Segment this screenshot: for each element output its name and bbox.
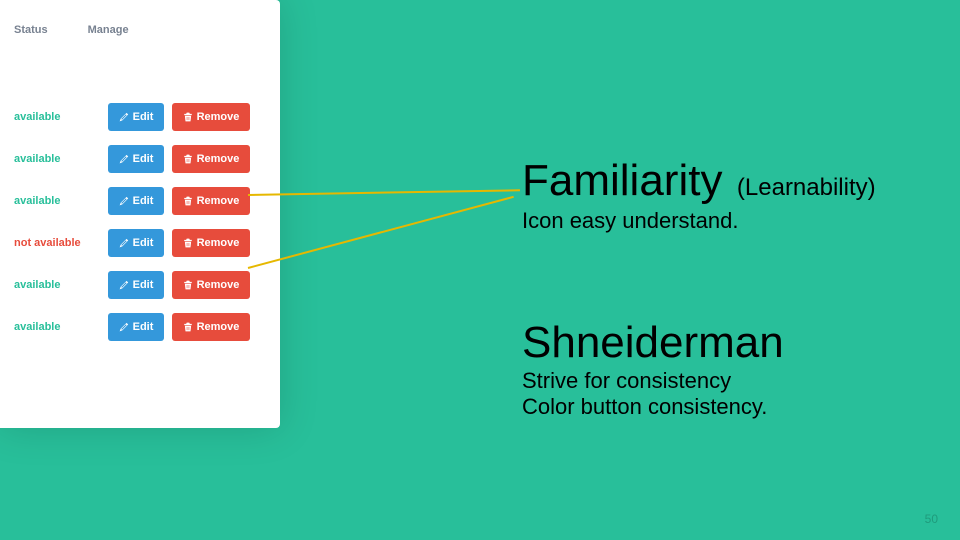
status-badge: available xyxy=(14,195,108,207)
edit-label: Edit xyxy=(133,111,154,123)
status-panel: Status Manage availableEditRemoveavailab… xyxy=(0,0,280,428)
pencil-icon xyxy=(119,154,129,164)
table-row: available Edit Remove xyxy=(14,180,266,222)
edit-button[interactable]: Edit xyxy=(108,271,164,299)
remove-label: Remove xyxy=(197,153,240,165)
trash-icon xyxy=(183,112,193,122)
edit-label: Edit xyxy=(133,195,154,207)
edit-label: Edit xyxy=(133,279,154,291)
trash-icon xyxy=(183,280,193,290)
sub-consistency-2: Color button consistency. xyxy=(522,394,784,420)
header-status: Status xyxy=(14,24,48,36)
table-row: available Edit Remove xyxy=(14,264,266,306)
remove-button[interactable]: Remove xyxy=(172,187,250,215)
shneiderman-block: Shneiderman Strive for consistency Color… xyxy=(522,320,784,420)
status-badge: not available xyxy=(14,237,108,249)
remove-label: Remove xyxy=(197,321,240,333)
heading-paren: (Learnability) xyxy=(737,174,876,201)
heading-shneiderman: Shneiderman xyxy=(522,320,784,366)
remove-label: Remove xyxy=(197,195,240,207)
status-badge: available xyxy=(14,321,108,333)
edit-button[interactable]: Edit xyxy=(108,229,164,257)
table-row: available Edit Remove xyxy=(14,138,266,180)
edit-button[interactable]: Edit xyxy=(108,187,164,215)
remove-button[interactable]: Remove xyxy=(172,229,250,257)
table-row: available Edit Remove xyxy=(14,96,266,138)
edit-label: Edit xyxy=(133,237,154,249)
trash-icon xyxy=(183,322,193,332)
status-badge: available xyxy=(14,111,108,123)
table-row: not available Edit Remove xyxy=(14,222,266,264)
remove-button[interactable]: Remove xyxy=(172,145,250,173)
edit-label: Edit xyxy=(133,153,154,165)
heading-familiarity: Familiarity xyxy=(522,156,722,205)
remove-button[interactable]: Remove xyxy=(172,271,250,299)
panel-headers: Status Manage xyxy=(14,18,266,96)
remove-label: Remove xyxy=(197,237,240,249)
pencil-icon xyxy=(119,322,129,332)
familiarity-block: Familiarity (Learnability) Icon easy und… xyxy=(522,158,876,234)
pencil-icon xyxy=(119,238,129,248)
edit-button[interactable]: Edit xyxy=(108,313,164,341)
status-badge: available xyxy=(14,279,108,291)
connector-line xyxy=(248,196,514,269)
pencil-icon xyxy=(119,280,129,290)
sub-familiarity: Icon easy understand. xyxy=(522,208,876,234)
edit-label: Edit xyxy=(133,321,154,333)
pencil-icon xyxy=(119,196,129,206)
pencil-icon xyxy=(119,112,129,122)
remove-label: Remove xyxy=(197,111,240,123)
sub-consistency-1: Strive for consistency xyxy=(522,368,784,394)
page-number: 50 xyxy=(925,512,938,526)
remove-button[interactable]: Remove xyxy=(172,103,250,131)
table-row: available Edit Remove xyxy=(14,306,266,348)
header-manage: Manage xyxy=(88,24,129,36)
trash-icon xyxy=(183,238,193,248)
status-badge: available xyxy=(14,153,108,165)
remove-label: Remove xyxy=(197,279,240,291)
trash-icon xyxy=(183,154,193,164)
remove-button[interactable]: Remove xyxy=(172,313,250,341)
connector-line xyxy=(248,189,520,196)
trash-icon xyxy=(183,196,193,206)
edit-button[interactable]: Edit xyxy=(108,103,164,131)
edit-button[interactable]: Edit xyxy=(108,145,164,173)
